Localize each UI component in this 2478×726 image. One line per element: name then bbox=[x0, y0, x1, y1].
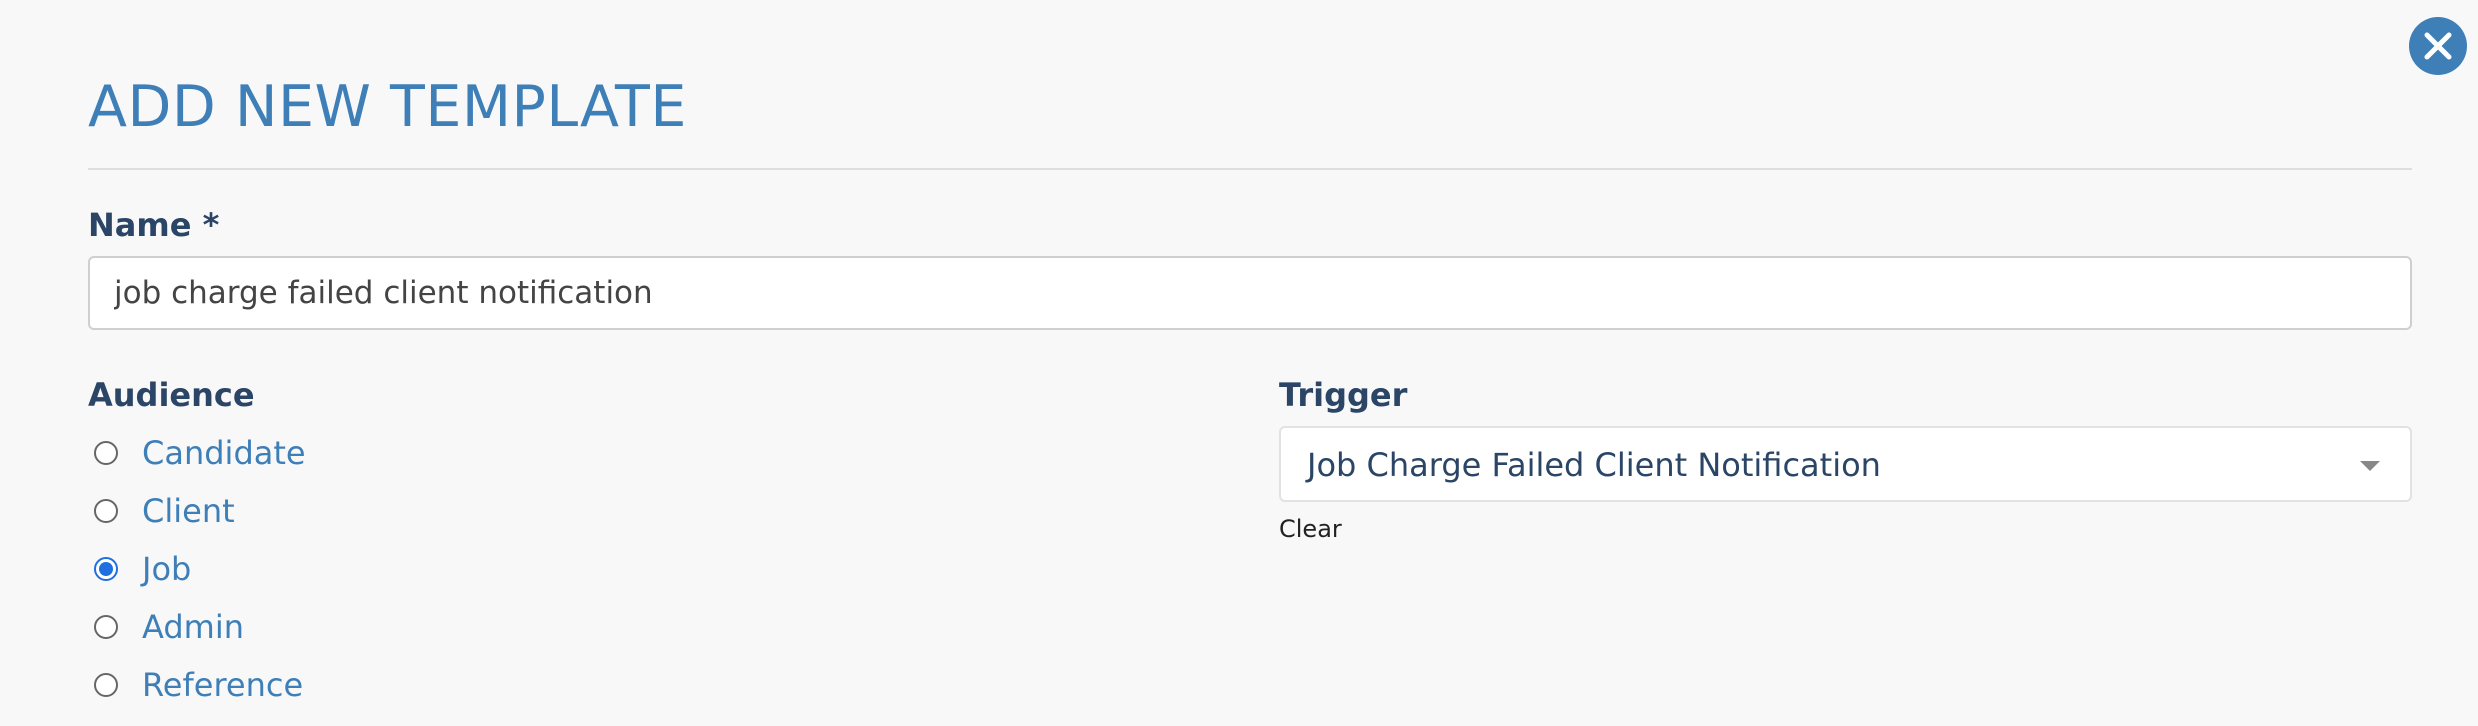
trigger-select[interactable]: Job Charge Failed Client Notification bbox=[1279, 426, 2412, 502]
trigger-label: Trigger bbox=[1279, 376, 1408, 414]
close-button[interactable] bbox=[2409, 17, 2467, 75]
radio-label-admin[interactable]: Admin bbox=[142, 608, 244, 646]
audience-option-job[interactable]: Job bbox=[94, 545, 191, 593]
audience-option-admin[interactable]: Admin bbox=[94, 603, 244, 651]
clear-trigger-link[interactable]: Clear bbox=[1279, 513, 1342, 545]
radio-label-client[interactable]: Client bbox=[142, 492, 235, 530]
audience-option-client[interactable]: Client bbox=[94, 487, 235, 535]
radio-job[interactable] bbox=[94, 557, 118, 581]
add-template-modal: ADD NEW TEMPLATE Name * Audience Candida… bbox=[0, 0, 2478, 726]
audience-option-candidate[interactable]: Candidate bbox=[94, 429, 306, 477]
radio-label-reference[interactable]: Reference bbox=[142, 666, 303, 704]
name-label: Name * bbox=[88, 206, 220, 244]
radio-candidate[interactable] bbox=[94, 441, 118, 465]
chevron-down-icon[interactable] bbox=[2360, 461, 2380, 471]
title-divider bbox=[88, 168, 2412, 170]
radio-client[interactable] bbox=[94, 499, 118, 523]
audience-option-reference[interactable]: Reference bbox=[94, 661, 303, 709]
page-title: ADD NEW TEMPLATE bbox=[88, 74, 687, 140]
radio-admin[interactable] bbox=[94, 615, 118, 639]
radio-label-candidate[interactable]: Candidate bbox=[142, 434, 306, 472]
name-input[interactable] bbox=[88, 256, 2412, 330]
audience-label: Audience bbox=[88, 376, 255, 414]
trigger-selected-value: Job Charge Failed Client Notification bbox=[1307, 446, 1881, 484]
radio-label-job[interactable]: Job bbox=[142, 550, 191, 588]
close-icon bbox=[2424, 32, 2452, 60]
radio-reference[interactable] bbox=[94, 673, 118, 697]
